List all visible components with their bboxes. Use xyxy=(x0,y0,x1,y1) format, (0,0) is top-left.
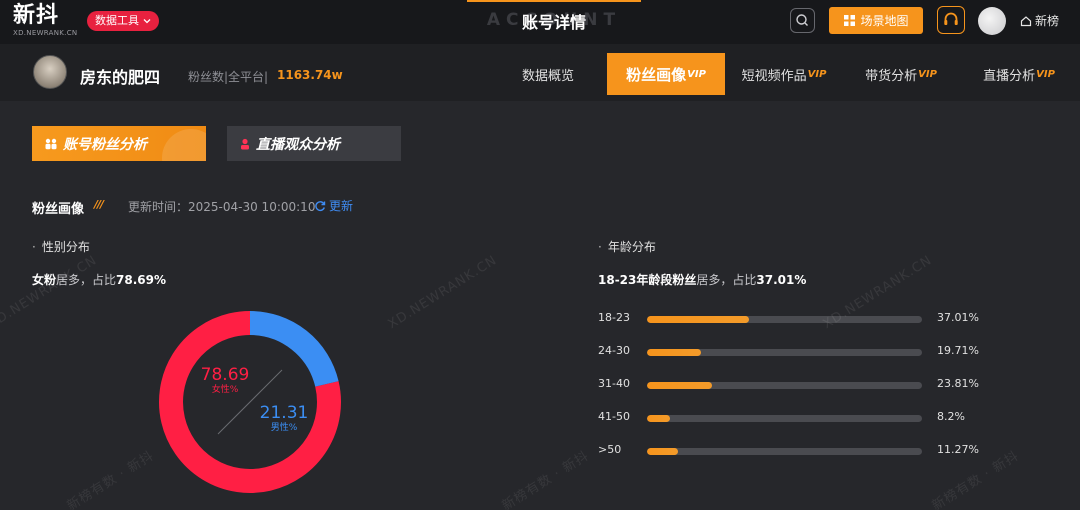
age-bar-track xyxy=(647,316,922,323)
top-bar: 新抖 XD.NEWRANK.CN 数据工具 ACCOUNT 账号详情 场景地图 xyxy=(0,0,1080,44)
gender-panel-title: · 性别分布 xyxy=(32,238,90,255)
age-row: 31-40 23.81% xyxy=(598,375,998,395)
age-summary-value: 37.01% xyxy=(756,273,807,287)
watermark: 新榜有数 · 新抖 xyxy=(64,448,157,510)
age-bar-track xyxy=(647,349,922,356)
logo-text: 新抖 xyxy=(13,3,60,28)
page-title-tab: ACCOUNT 账号详情 xyxy=(467,0,641,36)
age-summary-prefix: 18-23年龄段粉丝 xyxy=(598,273,697,287)
male-value: 21.31 xyxy=(259,403,309,423)
chevron-down-icon xyxy=(143,19,151,24)
update-time: 更新时间：2025-04-30 10:00:10 xyxy=(128,200,316,214)
age-row: 24-30 19.71% xyxy=(598,342,998,362)
bullet: · xyxy=(32,240,36,254)
age-bar-fill xyxy=(647,382,713,389)
gender-title-text: 性别分布 xyxy=(41,240,90,254)
data-tools-label: 数据工具 xyxy=(95,14,139,27)
refresh-label: 更新 xyxy=(329,199,354,213)
vip-badge: VIP xyxy=(807,68,827,80)
age-row: 41-50 8.2% xyxy=(598,408,998,428)
age-label: >50 xyxy=(598,443,622,456)
age-label: 31-40 xyxy=(598,377,630,390)
tab-live-analysis[interactable]: 直播分析 VIP xyxy=(972,53,1066,95)
tab-label: 粉丝画像 xyxy=(626,65,687,84)
fans-count-label: 粉丝数|全平台| xyxy=(188,70,269,84)
watermark: XD.NEWRANK.CN xyxy=(385,252,500,333)
watermark: 新榜有数 · 新抖 xyxy=(499,448,592,510)
tab-data-overview[interactable]: 数据概览 xyxy=(505,53,591,95)
logo[interactable]: 新抖 XD.NEWRANK.CN xyxy=(13,3,77,38)
gender-donut-chart xyxy=(159,311,341,493)
subtab-label: 直播观众分析 xyxy=(256,136,340,153)
tab-fans-profile[interactable]: 粉丝画像 VIP xyxy=(607,53,725,95)
tab-short-videos[interactable]: 短视频作品 VIP xyxy=(732,53,836,95)
tab-label: 直播分析 xyxy=(983,68,1036,84)
search-button[interactable] xyxy=(790,8,815,33)
account-bar: 房东的肥四 粉丝数|全平台| 1163.74w 数据概览 粉丝画像 VIP 短视… xyxy=(0,44,1080,101)
subtab-label: 账号粉丝分析 xyxy=(63,136,147,153)
scene-map-label: 场景地图 xyxy=(860,14,909,28)
refresh-button[interactable]: 更新 xyxy=(314,197,353,214)
page-title: 账号详情 xyxy=(521,13,586,32)
age-label: 24-30 xyxy=(598,344,630,357)
age-row: >50 11.27% xyxy=(598,441,998,461)
watermark: XD.NEWRANK.CN xyxy=(0,252,100,333)
rank-link-label: 新榜 xyxy=(1035,14,1060,28)
male-caption: 男性% xyxy=(270,423,298,433)
age-label: 18-23 xyxy=(598,311,630,324)
account-name: 房东的肥四 xyxy=(80,68,161,87)
home-icon xyxy=(1020,15,1032,26)
female-value: 78.69 xyxy=(200,365,250,385)
decoration xyxy=(162,129,206,161)
age-value: 8.2% xyxy=(937,410,965,423)
search-icon xyxy=(796,14,808,26)
age-summary: 18-23年龄段粉丝居多，占比37.01% xyxy=(598,271,806,288)
age-summary-middle: 居多，占比 xyxy=(696,273,757,287)
subtab-live-audience[interactable]: 直播观众分析 xyxy=(227,126,401,161)
age-bar-track xyxy=(647,415,922,422)
age-bar-fill xyxy=(647,316,749,323)
age-value: 23.81% xyxy=(937,377,979,390)
tab-label: 短视频作品 xyxy=(741,68,807,84)
age-bar-track xyxy=(647,448,922,455)
account-avatar xyxy=(33,55,67,89)
title-decoration-icon: /// xyxy=(94,198,104,211)
data-tools-menu[interactable]: 数据工具 xyxy=(87,11,159,31)
age-bar-track xyxy=(647,382,922,389)
bullet: · xyxy=(598,240,602,254)
customer-service-button[interactable] xyxy=(937,6,965,34)
refresh-icon xyxy=(315,200,326,211)
age-value: 37.01% xyxy=(937,311,979,324)
vip-badge: VIP xyxy=(1036,68,1055,80)
user-avatar[interactable] xyxy=(978,7,1006,35)
age-row: 18-23 37.01% xyxy=(598,309,998,329)
age-bar-fill xyxy=(647,415,670,422)
section-title: 粉丝画像 xyxy=(32,202,85,217)
age-title-text: 年龄分布 xyxy=(607,240,656,254)
rank-link[interactable]: 新榜 xyxy=(1020,12,1059,29)
grid-icon xyxy=(844,15,856,26)
vip-badge: VIP xyxy=(918,68,937,80)
male-label: 21.31 男性% xyxy=(257,404,311,434)
gender-summary-value: 78.69% xyxy=(116,273,167,287)
female-caption: 女性% xyxy=(211,385,239,395)
headset-icon xyxy=(944,12,958,25)
tab-sales-analysis[interactable]: 带货分析 VIP xyxy=(855,53,947,95)
age-bar-fill xyxy=(647,448,678,455)
age-value: 19.71% xyxy=(937,344,979,357)
users-icon xyxy=(45,138,57,149)
female-label: 78.69 女性% xyxy=(198,366,252,396)
fans-count-value: 1163.74w xyxy=(277,68,343,82)
scene-map-button[interactable]: 场景地图 xyxy=(829,7,923,34)
age-label: 41-50 xyxy=(598,410,630,423)
vip-badge: VIP xyxy=(687,68,706,80)
user-icon xyxy=(241,138,249,149)
tab-label: 数据概览 xyxy=(521,68,574,84)
subtab-account-fans[interactable]: 账号粉丝分析 xyxy=(32,126,206,161)
age-value: 11.27% xyxy=(937,443,979,456)
tab-label: 带货分析 xyxy=(865,68,918,84)
age-panel-title: · 年龄分布 xyxy=(598,238,656,255)
age-bar-fill xyxy=(647,349,702,356)
logo-subtext: XD.NEWRANK.CN xyxy=(13,29,78,37)
